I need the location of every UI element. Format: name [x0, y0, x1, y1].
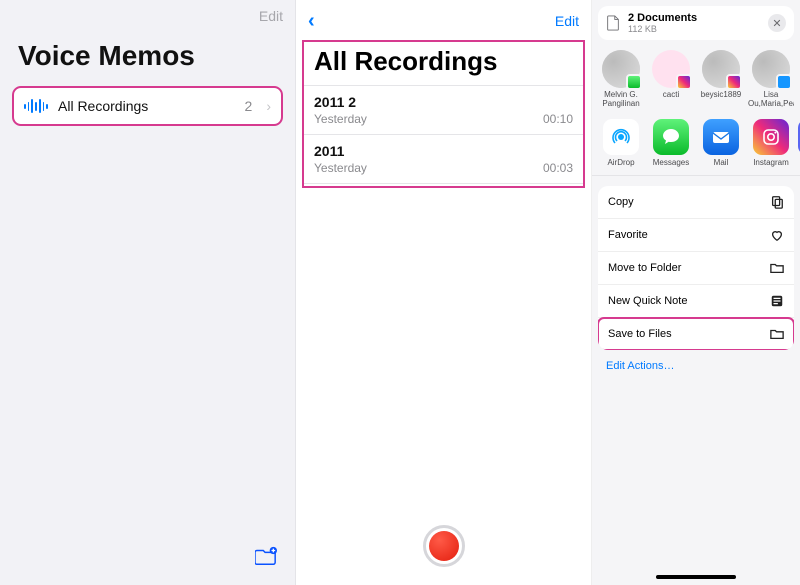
contact-name: beysic1889 [698, 91, 744, 109]
record-button[interactable] [423, 525, 465, 567]
contact-name: cacti [648, 91, 694, 109]
share-doc-size: 112 KB [628, 24, 697, 34]
waveform-icon [24, 98, 48, 114]
recording-date: Yesterday [314, 112, 367, 126]
share-sheet: 2 Documents 112 KB ✕ Melvin G. Pangilina… [592, 0, 800, 585]
files-icon [770, 327, 784, 341]
back-button[interactable]: ‹ [308, 10, 315, 33]
folder-all-recordings[interactable]: All Recordings 2 › [12, 86, 283, 126]
heart-icon [770, 228, 784, 242]
share-app-mail[interactable]: Mail [698, 119, 744, 167]
folder-count: 2 [245, 98, 253, 114]
share-app-instagram[interactable]: Instagram [748, 119, 794, 167]
share-header: 2 Documents 112 KB ✕ [598, 6, 794, 40]
copy-icon [770, 195, 784, 209]
app-label: Instagram [748, 158, 794, 167]
action-label: New Quick Note [608, 295, 687, 307]
panel-title: All Recordings [304, 42, 583, 86]
new-folder-button[interactable] [255, 546, 277, 571]
action-copy[interactable]: Copy [598, 186, 794, 219]
action-label: Favorite [608, 229, 648, 241]
recording-duration: 00:10 [543, 112, 573, 126]
edit-actions-link[interactable]: Edit Actions… [592, 350, 800, 382]
airdrop-icon [603, 119, 639, 155]
action-label: Save to Files [608, 328, 672, 340]
mail-icon [703, 119, 739, 155]
share-contact[interactable]: Melvin G. Pangilinan [598, 50, 644, 109]
folder-icon [770, 261, 784, 275]
recording-name: 2011 2 [314, 94, 573, 110]
recording-row[interactable]: 2011 2 Yesterday 00:10 [304, 86, 583, 135]
recordings-panel: ‹ Edit All Recordings 2011 2 Yesterday 0… [296, 0, 592, 585]
document-icon [606, 15, 620, 31]
share-contact[interactable]: beysic1889 [698, 50, 744, 109]
note-icon [770, 294, 784, 308]
recordings-list-highlight: All Recordings 2011 2 Yesterday 00:10 20… [302, 40, 585, 188]
instagram-icon [753, 119, 789, 155]
sidebar-title: Voice Memos [0, 0, 295, 86]
share-apps-row: AirDrop Messages Mail Instagram Di [592, 115, 800, 176]
app-label: Messages [648, 158, 694, 167]
voice-memos-sidebar: Edit Voice Memos All Recordings 2 › [0, 0, 296, 585]
contact-name: Melvin G. Pangilinan [598, 91, 644, 109]
app-label: AirDrop [598, 158, 644, 167]
app-label: Mail [698, 158, 744, 167]
chevron-right-icon: › [262, 98, 271, 114]
action-label: Copy [608, 196, 634, 208]
share-app-airdrop[interactable]: AirDrop [598, 119, 644, 167]
recording-duration: 00:03 [543, 161, 573, 175]
edit-button[interactable]: Edit [555, 13, 579, 29]
action-move-to-folder[interactable]: Move to Folder [598, 252, 794, 285]
share-contact[interactable]: Lisa Ou,Maria,Pea… [748, 50, 794, 109]
share-actions: Copy Favorite Move to Folder New Quick N… [598, 186, 794, 350]
action-favorite[interactable]: Favorite [598, 219, 794, 252]
contact-name: Lisa Ou,Maria,Pea… [748, 91, 794, 109]
share-contact[interactable]: cacti [648, 50, 694, 109]
messages-icon [653, 119, 689, 155]
action-save-to-files[interactable]: Save to Files [598, 318, 794, 350]
share-people-row: Melvin G. Pangilinan cacti beysic1889 Li… [592, 40, 800, 115]
folder-plus-icon [255, 546, 277, 566]
recording-row[interactable]: 2011 Yesterday 00:03 [304, 135, 583, 184]
action-label: Move to Folder [608, 262, 681, 274]
close-button[interactable]: ✕ [768, 14, 786, 32]
recording-name: 2011 [314, 143, 573, 159]
share-app-messages[interactable]: Messages [648, 119, 694, 167]
folder-label: All Recordings [58, 98, 235, 114]
home-indicator [656, 575, 736, 579]
recording-date: Yesterday [314, 161, 367, 175]
share-doc-title: 2 Documents [628, 12, 697, 24]
edit-button[interactable]: Edit [259, 8, 283, 24]
action-quick-note[interactable]: New Quick Note [598, 285, 794, 318]
